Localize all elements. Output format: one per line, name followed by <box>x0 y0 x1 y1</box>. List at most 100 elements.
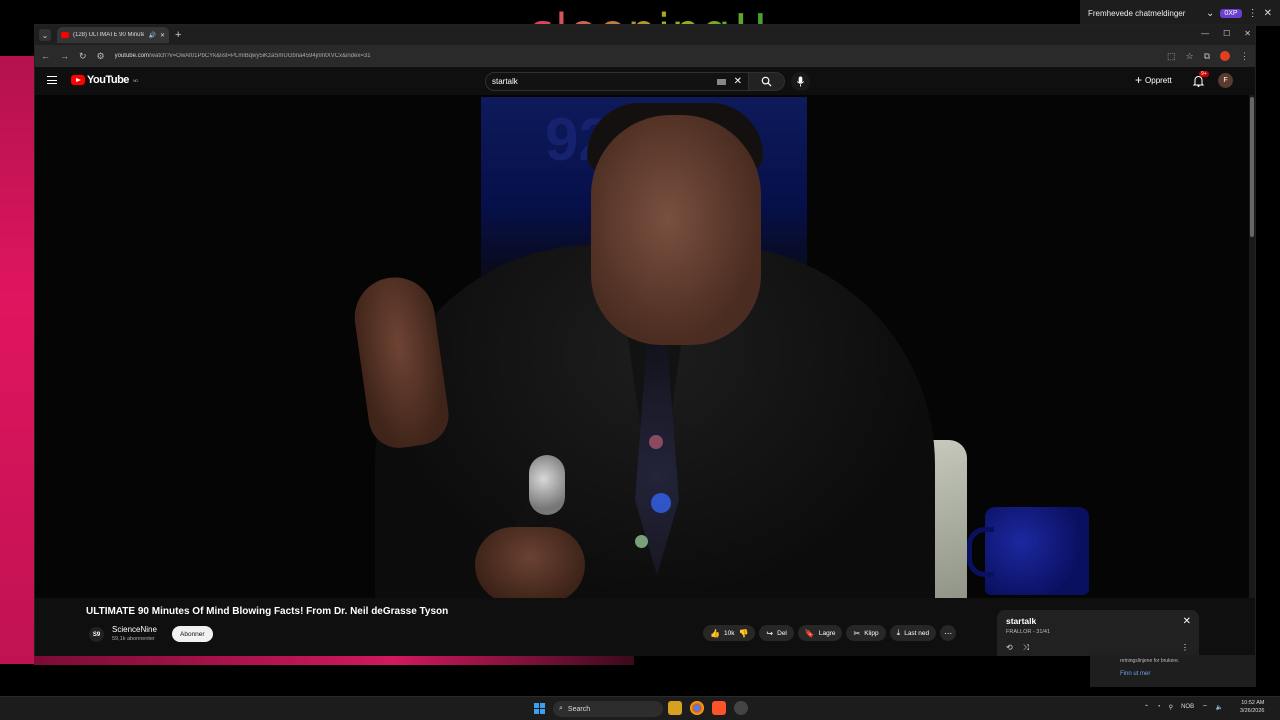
windows-start-icon[interactable] <box>534 703 545 714</box>
xp-badge: 0XP <box>1220 8 1242 18</box>
search-icon <box>761 76 772 87</box>
speaker-hand-holding-mic <box>475 527 585 598</box>
browser-window: ⌄ (128) ULTIMATE 90 Minute 🔊 ✕ + — ☐ ✕ ←… <box>34 24 1256 656</box>
new-tab-button[interactable]: + <box>175 29 181 41</box>
tab-youtube[interactable]: (128) ULTIMATE 90 Minute 🔊 ✕ <box>57 27 169 43</box>
chat-bar-title: Fremhevede chatmeldinger <box>1088 8 1186 18</box>
tab-strip: ⌄ (128) ULTIMATE 90 Minute 🔊 ✕ + — ☐ ✕ <box>35 25 1255 45</box>
playlist-position: FRALLOR - 31/41 <box>1006 629 1051 635</box>
notifications-button[interactable]: 9+ <box>1192 71 1209 92</box>
url-field[interactable]: youtube.com/watch?v=OwAt01PbCYk&list=PLm… <box>115 53 1157 59</box>
profile-avatar-icon[interactable] <box>1220 51 1230 61</box>
site-info-icon[interactable]: ⚙ <box>97 51 105 62</box>
screen: sleeping!! Fremhevede chatmeldinger ⌄ 0X… <box>0 0 1280 720</box>
bookmark-star-icon[interactable]: ☆ <box>1185 51 1193 62</box>
like-count: 10k <box>723 629 735 637</box>
obs-icon[interactable] <box>734 701 748 715</box>
wifi-icon[interactable]: ⌔ <box>1202 703 1208 711</box>
scrollbar-thumb[interactable] <box>1250 97 1254 237</box>
network-icon[interactable]: ⚲ <box>1169 704 1173 711</box>
menu-icon[interactable] <box>47 76 57 84</box>
playlist-panel[interactable]: startalk FRALLOR - 31/41 ✕ ⟲ ⤨ ⋮ <box>997 610 1199 656</box>
search-button[interactable] <box>749 72 785 91</box>
video-player[interactable]: 92 <box>35 95 1255 598</box>
tab-search-button[interactable]: ⌄ <box>39 29 51 41</box>
tab-close-icon[interactable]: ✕ <box>160 32 165 39</box>
extensions-icon[interactable]: ⧉ <box>1204 51 1210 62</box>
close-playlist-icon[interactable]: ✕ <box>1183 616 1191 627</box>
youtube-logo[interactable]: YouTube NO <box>71 74 138 86</box>
download-icon: ⤓ <box>896 628 901 637</box>
notification-popup: retningslinjene for brukere. Finn ut mer <box>1090 655 1256 687</box>
forward-icon[interactable]: → <box>60 51 69 61</box>
video-actions: 👍 10k 👎 ↪ Del 🔖 Lagre ✂ Klipp ⤓ Last ned… <box>703 625 957 641</box>
maximize-button[interactable]: ☐ <box>1223 29 1230 38</box>
toolbar-right: ⬚ ☆ ⧉ ⋮ <box>1167 51 1249 62</box>
chevron-down-icon[interactable]: ⌄ <box>1206 8 1214 19</box>
playlist-more-icon[interactable]: ⋮ <box>1181 643 1189 652</box>
create-button[interactable]: + Opprett <box>1135 73 1172 87</box>
playlist-title[interactable]: startalk <box>1006 616 1190 626</box>
tray-app-icon[interactable]: ◔ <box>1157 704 1161 710</box>
microphone-icon <box>796 76 805 87</box>
search-input[interactable]: startalk ✕ <box>485 72 749 91</box>
plus-icon: + <box>1135 73 1143 87</box>
background-stream-scene <box>0 56 34 664</box>
more-vertical-icon[interactable]: ⋮ <box>1248 8 1258 19</box>
share-button[interactable]: ↪ Del <box>759 625 794 641</box>
taskbar: ⌕ Search ⌃ ◔ ⚲ NOB ⌔ 🔈 10:52 AM 3/26/202… <box>0 696 1280 720</box>
download-label: Last ned <box>904 629 930 637</box>
clear-search-icon[interactable]: ✕ <box>734 76 742 87</box>
save-button[interactable]: 🔖 Lagre <box>797 625 843 641</box>
speaker-hand <box>349 272 453 452</box>
youtube-favicon-icon <box>61 32 69 38</box>
subscriber-count: 59,1k abonnenter <box>112 636 155 642</box>
channel-name[interactable]: ScienceNine <box>112 625 157 634</box>
install-icon[interactable]: ⬚ <box>1167 51 1176 62</box>
browser-menu-icon[interactable]: ⋮ <box>1240 51 1249 62</box>
subscribe-button[interactable]: Abonner <box>172 626 213 642</box>
learn-more-link[interactable]: Finn ut mer <box>1120 671 1226 677</box>
language-indicator[interactable]: NOB <box>1181 704 1194 710</box>
featured-chat-bar[interactable]: Fremhevede chatmeldinger ⌄ 0XP ⋮ ✕ <box>1080 0 1280 26</box>
system-tray: ⌃ ◔ ⚲ NOB ⌔ 🔈 <box>1144 703 1223 711</box>
reload-icon[interactable]: ↻ <box>79 51 87 62</box>
back-icon[interactable]: ← <box>41 51 50 61</box>
close-icon[interactable]: ✕ <box>1264 8 1272 19</box>
logo-region: NO <box>132 77 139 83</box>
taskbar-clock[interactable]: 10:52 AM 3/26/2026 <box>1240 700 1264 715</box>
youtube-header: YouTube NO startalk ✕ + Opprett 9+ F <box>35 67 1255 95</box>
mug <box>967 507 1089 595</box>
page-scrollbar[interactable] <box>1249 95 1255 655</box>
youtube-play-icon <box>71 75 85 85</box>
taskbar-search[interactable]: ⌕ Search <box>553 701 663 717</box>
logo-text: YouTube <box>87 74 129 86</box>
tie-planet <box>649 435 663 449</box>
brave-icon[interactable] <box>712 701 726 715</box>
like-button[interactable]: 👍 10k 👎 <box>703 625 756 641</box>
account-avatar[interactable]: F <box>1218 73 1233 88</box>
scissors-icon: ✂ <box>853 628 861 638</box>
chrome-icon[interactable] <box>690 701 704 715</box>
share-label: Del <box>777 629 787 637</box>
clip-button[interactable]: ✂ Klipp <box>846 625 886 641</box>
thumbs-down-icon[interactable]: 👎 <box>738 629 748 638</box>
video-info: ULTIMATE 90 Minutes Of Mind Blowing Fact… <box>35 598 1255 656</box>
channel-avatar[interactable]: S9 <box>89 627 104 642</box>
microphone <box>529 455 565 515</box>
window-controls: — ☐ ✕ <box>1201 29 1251 38</box>
download-button[interactable]: ⤓ Last ned <box>889 625 937 641</box>
volume-icon[interactable]: 🔈 <box>1216 704 1223 711</box>
minimize-button[interactable]: — <box>1201 29 1209 38</box>
loop-icon[interactable]: ⟲ <box>1006 643 1013 653</box>
file-explorer-icon[interactable] <box>668 701 682 715</box>
keyboard-icon[interactable] <box>716 78 726 85</box>
tray-chevron-icon[interactable]: ⌃ <box>1144 704 1149 711</box>
clip-label: Klipp <box>864 629 879 637</box>
speaker-icon[interactable]: 🔊 <box>148 32 155 39</box>
more-actions-icon[interactable]: ⋯ <box>940 625 957 641</box>
shuffle-icon[interactable]: ⤨ <box>1023 643 1029 653</box>
save-label: Lagre <box>818 629 836 637</box>
close-window-button[interactable]: ✕ <box>1244 29 1251 38</box>
voice-search-button[interactable] <box>791 72 810 91</box>
